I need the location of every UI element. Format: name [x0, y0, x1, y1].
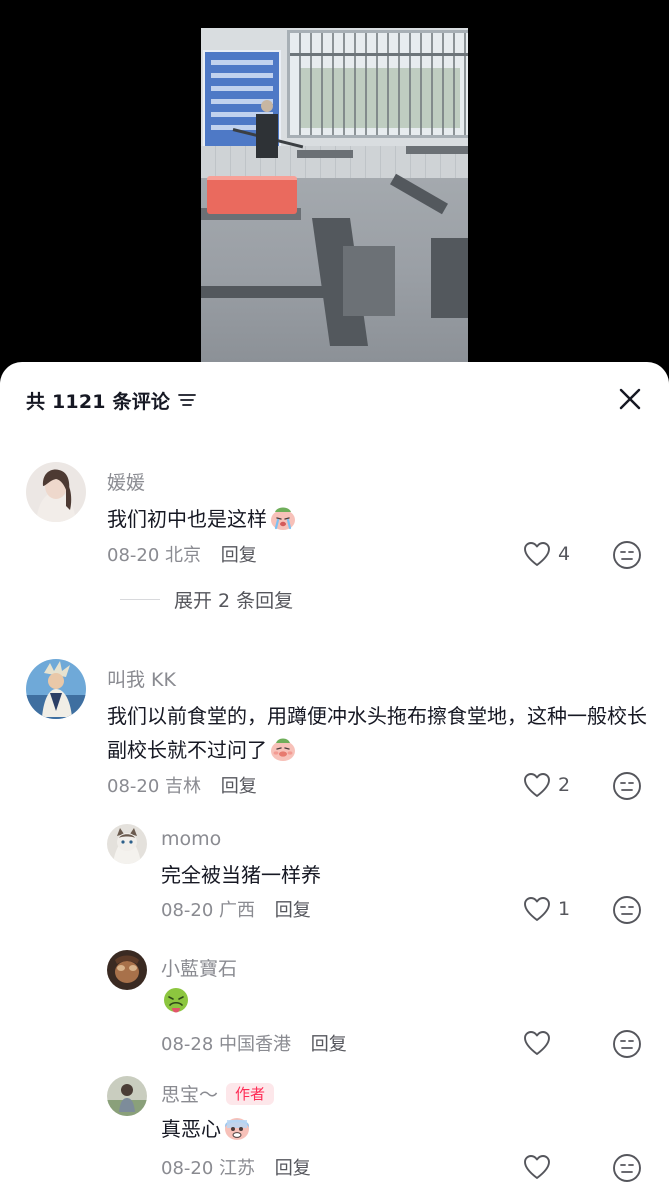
- reply-button[interactable]: 回复: [221, 776, 257, 797]
- heart-icon: [524, 897, 550, 921]
- comment-date: 08-20: [107, 545, 160, 566]
- comment-location: 北京: [165, 545, 202, 566]
- heart-icon: [524, 542, 550, 566]
- fearful-face-icon: [225, 1118, 249, 1140]
- reply-date: 08-28: [161, 1034, 214, 1055]
- reply-location: 广西: [219, 900, 256, 921]
- reply-username[interactable]: 小藍寶石: [161, 954, 237, 981]
- comment-text: 我们以前食堂的，用蹲便冲水头拖布擦食堂地，这种一般校长副校长就不过问了: [107, 699, 647, 767]
- author-badge: 作者: [226, 1083, 275, 1105]
- avatar[interactable]: [107, 950, 147, 990]
- reply-button[interactable]: 回复: [275, 900, 311, 921]
- avatar[interactable]: [107, 824, 147, 864]
- reply-location: 中国香港: [219, 1034, 292, 1055]
- close-icon[interactable]: [619, 388, 641, 410]
- like-count: 2: [558, 774, 571, 796]
- heart-icon: [524, 1031, 550, 1055]
- avatar[interactable]: [26, 462, 86, 522]
- reply-meta: 08-28 中国香港 回复: [161, 1030, 347, 1056]
- like-button[interactable]: 1: [523, 894, 570, 924]
- video-window: [287, 30, 468, 138]
- comment-username[interactable]: 媛媛: [107, 468, 145, 495]
- comment-date: 08-20: [107, 776, 160, 797]
- reply-date: 08-20: [161, 1158, 214, 1179]
- like-button[interactable]: 2: [523, 770, 570, 800]
- like-button[interactable]: [523, 1152, 558, 1182]
- heart-icon: [524, 773, 550, 797]
- reply-button[interactable]: 回复: [221, 545, 257, 566]
- expand-replies-button[interactable]: 展开 2 条回复: [120, 586, 293, 613]
- emoji-reaction-icon[interactable]: [612, 540, 642, 570]
- comment-text: 我们初中也是这样: [107, 502, 607, 536]
- reply-username-text[interactable]: 思宝～: [161, 1084, 218, 1106]
- reply-text: 真恶心: [161, 1112, 601, 1146]
- nauseated-face-icon: [164, 988, 188, 1013]
- avatar[interactable]: [107, 1076, 147, 1116]
- video-person: [253, 100, 279, 160]
- reply-button[interactable]: 回复: [311, 1034, 347, 1055]
- comment-text-content: 我们以前食堂的，用蹲便冲水头拖布擦食堂地，这种一般校长副校长就不过问了: [107, 704, 647, 762]
- video-bench: [343, 246, 395, 316]
- like-count: 1: [558, 898, 571, 920]
- reply-username: 思宝～ 作者: [161, 1080, 275, 1107]
- video-bench: [201, 286, 331, 298]
- reply-text: [161, 986, 601, 1020]
- comment-username[interactable]: 叫我 KK: [107, 665, 176, 692]
- reply-username[interactable]: momo: [161, 828, 221, 850]
- video-red-tub: [207, 176, 297, 214]
- crying-face-icon: [271, 507, 295, 530]
- like-count: 4: [558, 543, 571, 565]
- comment-location: 吉林: [165, 776, 202, 797]
- video-table: [406, 146, 468, 154]
- expand-replies-label: 展开 2 条回复: [174, 590, 294, 612]
- comment-sheet: 共 1121 条评论 媛媛 我们初中也是这样 08-20 北京 回复 4 展开 …: [0, 362, 669, 1200]
- filter-lines-icon[interactable]: [178, 393, 197, 407]
- reply-date: 08-20: [161, 900, 214, 921]
- comment-count: 共 1121 条评论: [26, 390, 171, 413]
- emoji-reaction-icon[interactable]: [612, 771, 642, 801]
- emoji-reaction-icon[interactable]: [612, 895, 642, 925]
- reply-meta: 08-20 江苏 回复: [161, 1154, 311, 1180]
- comment-meta: 08-20 吉林 回复: [107, 772, 257, 798]
- disgusted-face-icon: [271, 738, 295, 761]
- video-area[interactable]: [0, 0, 669, 380]
- like-button[interactable]: [523, 1028, 558, 1058]
- sheet-header: 共 1121 条评论: [26, 384, 197, 416]
- video-bench: [431, 238, 468, 318]
- reply-meta: 08-20 广西 回复: [161, 896, 311, 922]
- comment-meta: 08-20 北京 回复: [107, 541, 257, 567]
- reply-button[interactable]: 回复: [275, 1158, 311, 1179]
- emoji-reaction-icon[interactable]: [612, 1153, 642, 1183]
- reply-text: 完全被当猪一样养: [161, 863, 321, 887]
- emoji-reaction-icon[interactable]: [612, 1029, 642, 1059]
- avatar[interactable]: [26, 659, 86, 719]
- video-thumbnail[interactable]: [201, 28, 468, 368]
- comment-text-content: 我们初中也是这样: [107, 507, 267, 531]
- reply-text-content: 真恶心: [161, 1117, 221, 1141]
- expand-divider: [120, 599, 160, 600]
- video-table: [297, 150, 353, 158]
- like-button[interactable]: 4: [523, 539, 570, 569]
- heart-icon: [524, 1155, 550, 1179]
- reply-location: 江苏: [219, 1158, 256, 1179]
